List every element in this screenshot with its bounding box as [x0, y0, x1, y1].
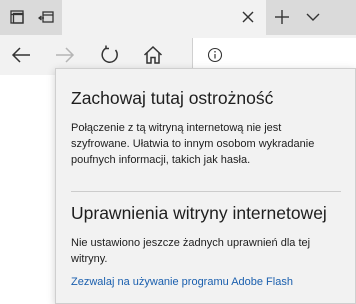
- allow-flash-link[interactable]: Zezwalaj na używanie programu Adobe Flas…: [71, 276, 293, 288]
- divider: [71, 191, 341, 192]
- chevron-down-icon[interactable]: [304, 8, 322, 26]
- close-icon[interactable]: [240, 9, 256, 25]
- tab-strip: [0, 0, 356, 35]
- active-tab[interactable]: [62, 0, 266, 35]
- refresh-icon[interactable]: [99, 44, 121, 66]
- set-aside-tabs-icon[interactable]: [38, 8, 56, 26]
- forward-arrow-icon[interactable]: [54, 44, 76, 66]
- permissions-text: Nie ustawiono jeszcze żadnych uprawnień …: [71, 237, 311, 265]
- site-info-flyout: Zachowaj tutaj ostrożność Połączenie z t…: [55, 68, 356, 304]
- plus-icon[interactable]: [273, 8, 291, 26]
- address-bar[interactable]: [192, 38, 356, 72]
- back-arrow-icon[interactable]: [10, 44, 32, 66]
- info-icon[interactable]: [207, 47, 223, 63]
- connection-warning-text: Połączenie z tą witryną internetową nie …: [71, 122, 315, 166]
- permissions-title: Uprawnienia witryny internetowej: [71, 203, 327, 223]
- tab-preview-icon[interactable]: [8, 8, 26, 26]
- flyout-title: Zachowaj tutaj ostrożność: [71, 88, 274, 108]
- home-icon[interactable]: [142, 44, 164, 66]
